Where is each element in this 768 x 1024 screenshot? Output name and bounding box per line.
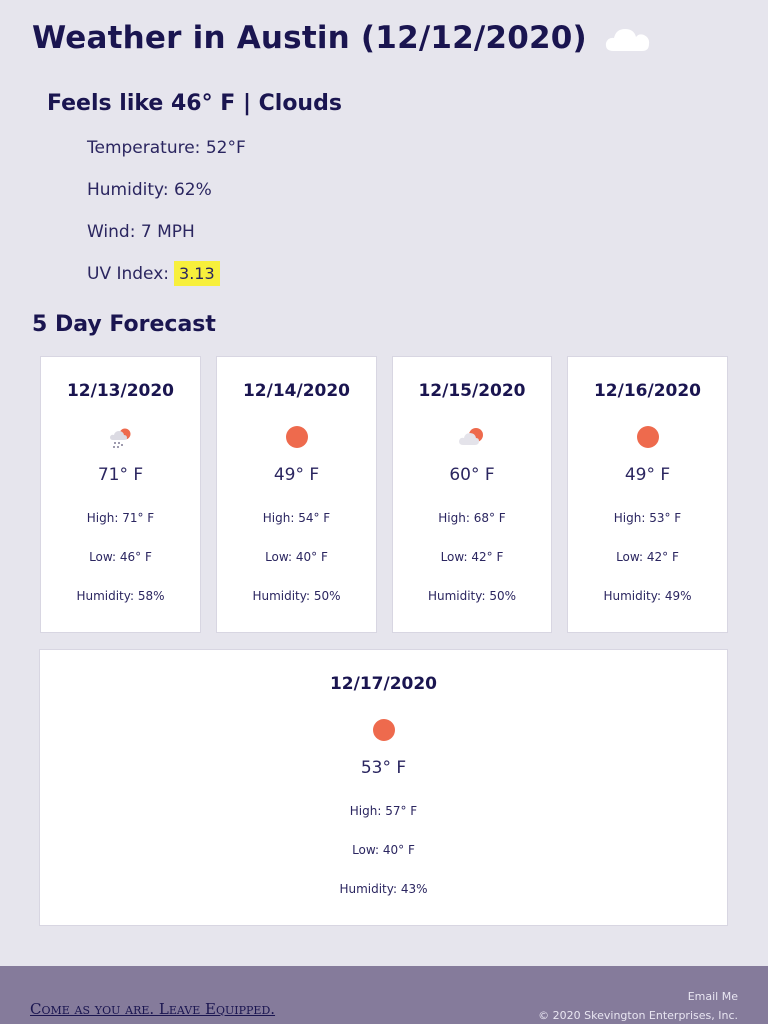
forecast-high: High: 54° F [262,511,331,525]
wind-value: 7 MPH [140,222,195,242]
humidity-value: 62% [173,180,212,200]
forecast-high: High: 57° F [349,804,418,818]
forecast-date: 12/16/2020 [593,381,702,401]
forecast-temperature: 71° F [97,465,144,485]
forecast-temperature: 53° F [360,758,407,778]
page-header: Weather in Austin (12/12/2020) [32,20,653,56]
forecast-low: Low: 40° F [265,550,328,564]
forecast-card: 12/16/2020 49° F High: 53° F Low: 42° F … [567,356,728,633]
copyright-text: © 2020 Skevington Enterprises, Inc. [538,1009,738,1022]
sun-icon [634,423,662,451]
feels-like-summary: Feels like 46° F | Clouds [47,91,342,116]
forecast-low: Low: 42° F [616,550,679,564]
forecast-date: 12/15/2020 [418,381,526,401]
forecast-temperature: 60° F [449,465,495,485]
footer-tagline[interactable]: Come as you are. Leave Equipped. [30,1000,275,1018]
forecast-high: High: 71° F [86,511,155,525]
forecast-date: 12/17/2020 [329,674,438,694]
partly-cloudy-icon [458,423,486,451]
site-footer: Come as you are. Leave Equipped. Email M… [0,966,768,1024]
email-me-link[interactable]: Email Me [688,990,738,1003]
forecast-date: 12/14/2020 [242,381,351,401]
temperature-detail: Temperature: 52°F [87,138,246,158]
forecast-card: 12/15/2020 60° F High: 68° F Low: 42° F … [392,356,552,633]
forecast-low: Low: 46° F [89,550,152,564]
forecast-humidity: Humidity: 50% [252,589,341,603]
forecast-card: 12/14/2020 49° F High: 54° F Low: 40° F … [216,356,377,633]
wind-label: Wind: [87,222,136,242]
sun-icon [370,716,398,744]
forecast-temperature: 49° F [273,465,320,485]
forecast-high: High: 68° F [438,511,506,525]
sun-icon [283,423,311,451]
wind-detail: Wind: 7 MPH [87,222,195,242]
forecast-humidity: Humidity: 58% [76,589,165,603]
humidity-detail: Humidity: 62% [87,180,212,200]
uv-index-detail: UV Index: 3.13 [87,261,220,286]
page-title: Weather in Austin (12/12/2020) [32,20,587,56]
forecast-card: 12/13/2020 71° F High: 71° F Low: 46° F … [40,356,201,633]
temperature-label: Temperature: [87,138,201,158]
forecast-high: High: 53° F [613,511,682,525]
temperature-value: 52°F [205,138,246,158]
forecast-temperature: 49° F [624,465,671,485]
rain-icon [107,423,135,451]
forecast-humidity: Humidity: 50% [427,589,517,603]
uv-index-badge: 3.13 [174,261,220,286]
forecast-title: 5 Day Forecast [32,312,216,337]
forecast-humidity: Humidity: 43% [339,882,428,896]
forecast-humidity: Humidity: 49% [603,589,692,603]
forecast-low: Low: 40° F [352,843,415,857]
forecast-low: Low: 42° F [440,550,504,564]
humidity-label: Humidity: [87,180,169,200]
cloud-icon [603,21,653,55]
uv-index-label: UV Index: [87,264,170,284]
forecast-card: 12/17/2020 53° F High: 57° F Low: 40° F … [39,649,728,926]
forecast-date: 12/13/2020 [66,381,175,401]
